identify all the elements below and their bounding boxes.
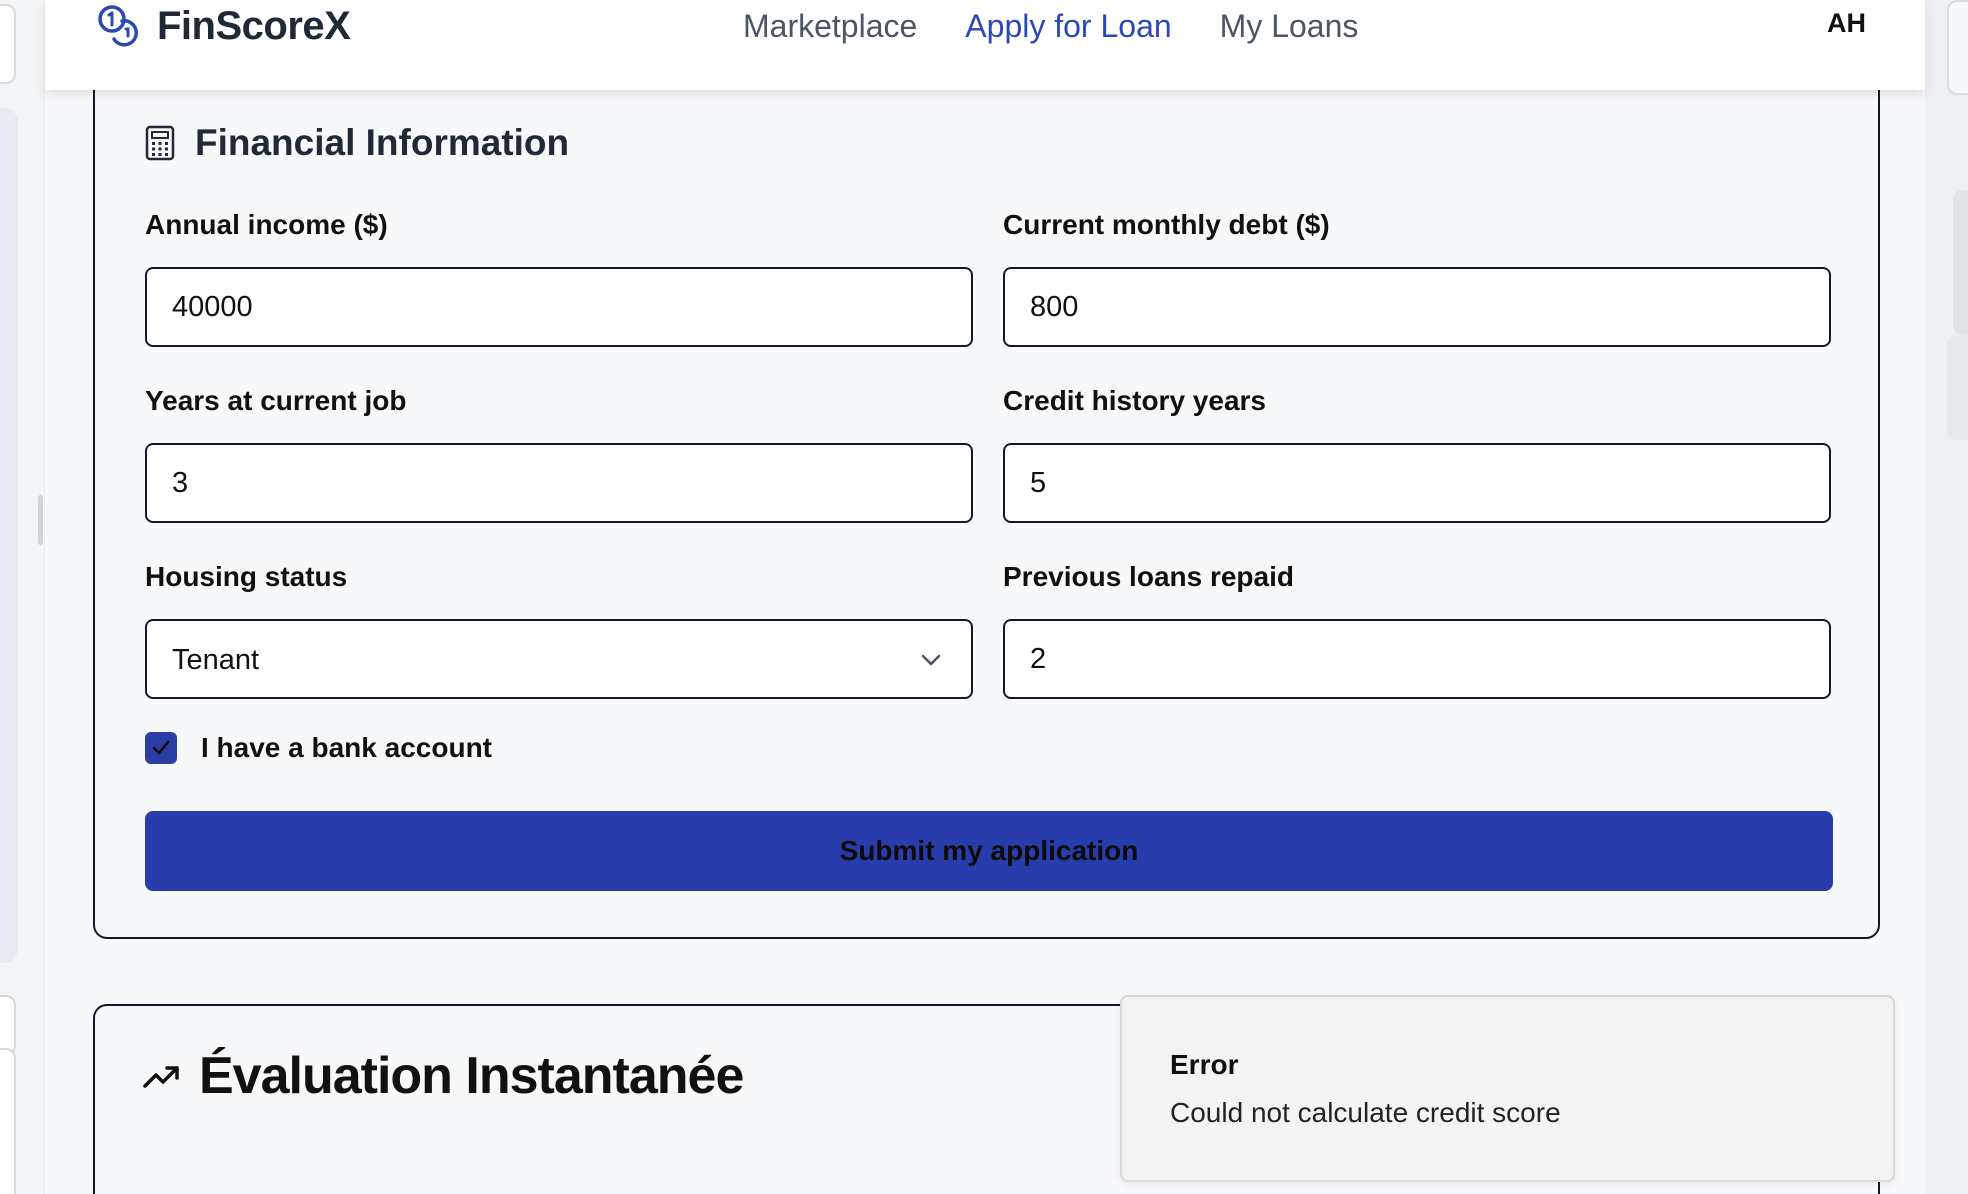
- top-navbar: FinScoreX Marketplace Apply for Loan My …: [45, 0, 1925, 90]
- chevron-down-icon: [921, 654, 941, 666]
- check-icon: [152, 740, 170, 755]
- right-panel-card: [1953, 190, 1968, 335]
- toast-message: Could not calculate credit score: [1170, 1097, 1561, 1128]
- card-title: Financial Information: [195, 122, 570, 163]
- evaluation-header: Évaluation Instantanée: [143, 1046, 744, 1106]
- trending-up-icon: [143, 1066, 179, 1088]
- main-nav: Marketplace Apply for Loan My Loans: [743, 0, 1406, 52]
- credit-history-label: Credit history years: [1003, 385, 1266, 416]
- nav-apply-for-loan[interactable]: Apply for Loan: [965, 8, 1171, 45]
- credit-history-input[interactable]: [1003, 443, 1831, 523]
- annual-income-input[interactable]: [145, 267, 973, 347]
- brand-logo[interactable]: FinScoreX: [95, 0, 351, 52]
- years-at-job-input[interactable]: [145, 443, 973, 523]
- years-at-job-label: Years at current job: [145, 385, 407, 416]
- resize-handle[interactable]: [38, 495, 43, 545]
- left-background-panel: [0, 0, 44, 1194]
- bank-account-checkbox[interactable]: [145, 732, 177, 764]
- card-header: Financial Information: [145, 122, 569, 164]
- nav-my-loans[interactable]: My Loans: [1220, 8, 1359, 45]
- brand-name: FinScoreX: [157, 3, 351, 48]
- left-panel-sidebar: [0, 108, 18, 963]
- app-stage: FinScoreX Marketplace Apply for Loan My …: [0, 0, 1968, 1194]
- right-panel-card: [1947, 0, 1968, 95]
- coins-icon: [98, 5, 138, 47]
- user-avatar[interactable]: AH: [1827, 8, 1866, 39]
- left-panel-card: [0, 4, 16, 84]
- evaluation-title: Évaluation Instantanée: [199, 1047, 744, 1105]
- nav-marketplace[interactable]: Marketplace: [743, 8, 917, 45]
- calculator-icon: [145, 125, 175, 161]
- toast-title: Error: [1170, 1049, 1239, 1080]
- left-panel-card: [0, 1048, 16, 1194]
- annual-income-label: Annual income ($): [145, 209, 388, 240]
- error-toast[interactable]: Error Could not calculate credit score: [1120, 995, 1895, 1182]
- housing-status-label: Housing status: [145, 561, 348, 592]
- right-panel-card: [1947, 335, 1968, 440]
- loans-repaid-label: Previous loans repaid: [1003, 561, 1294, 592]
- housing-status-value: Tenant: [172, 644, 260, 676]
- financial-information-card: Financial Information Annual income ($) …: [93, 60, 1880, 939]
- bank-account-checkbox-row[interactable]: I have a bank account: [145, 732, 492, 764]
- right-background-panel: [1925, 0, 1968, 1194]
- loans-repaid-input[interactable]: [1003, 619, 1831, 699]
- monthly-debt-input[interactable]: [1003, 267, 1831, 347]
- housing-status-select[interactable]: Tenant: [145, 619, 973, 699]
- submit-application-button[interactable]: Submit my application: [145, 811, 1833, 891]
- left-panel-card: [0, 995, 16, 1055]
- monthly-debt-label: Current monthly debt ($): [1003, 209, 1330, 240]
- bank-account-label: I have a bank account: [201, 732, 492, 763]
